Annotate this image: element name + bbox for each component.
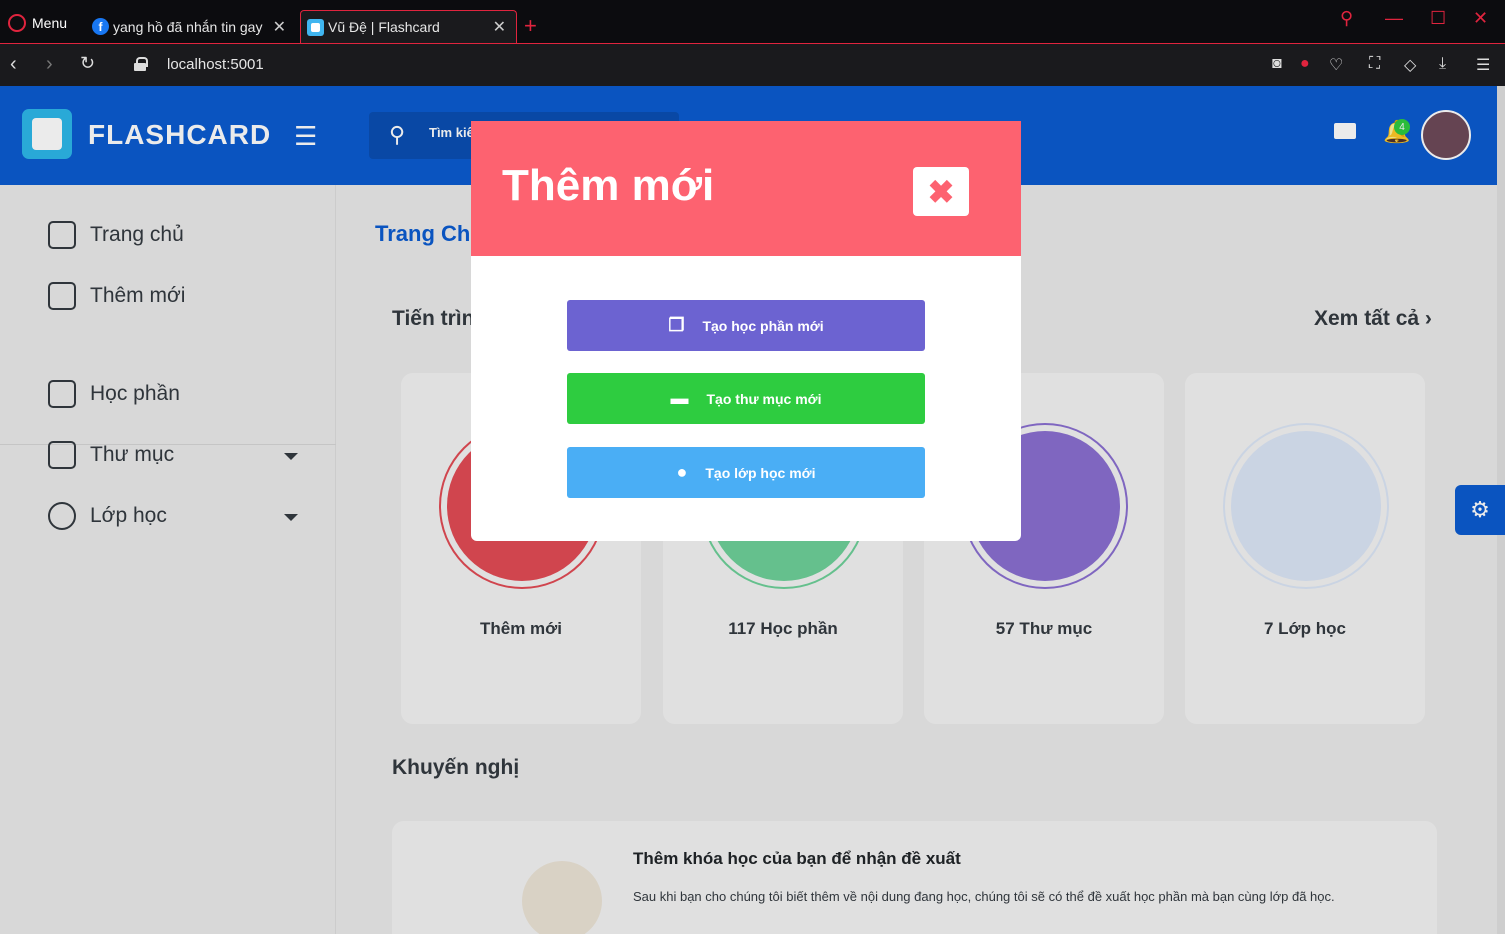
search-tabs-icon[interactable]: ⚲ [1340,8,1353,29]
easy-setup-icon[interactable]: ☰ [1476,55,1490,75]
adblock-icon[interactable]: ● [1300,55,1310,73]
opera-logo-icon [8,14,26,32]
snapshot-icon[interactable]: ⛶ [1369,55,1380,73]
address-bar: ‹ › ↻ localhost:5001 ◙ ● ♡ ⛶ ◇ ⤓ ☰ [0,43,1505,86]
button-label: Tạo lớp học mới [705,464,816,481]
add-new-modal: Thêm mới ✖ ❐ Tạo học phần mới ▬ Tạo thư … [471,121,1021,541]
create-study-set-button[interactable]: ❐ Tạo học phần mới [567,300,925,351]
reload-icon[interactable]: ↻ [80,53,95,74]
forward-icon[interactable]: › [46,53,53,76]
maximize-icon[interactable]: ☐ [1430,8,1446,29]
browser-menu-label: Menu [32,15,68,31]
modal-header: Thêm mới ✖ [471,121,1021,256]
modal-close-button[interactable]: ✖ [913,167,969,216]
button-label: Tạo học phần mới [702,317,824,334]
minimize-icon[interactable]: — [1385,8,1403,29]
create-folder-button[interactable]: ▬ Tạo thư mục mới [567,373,925,424]
close-tab-icon[interactable]: ✕ [493,17,506,37]
tab-title: Vũ Đệ | Flashcard [328,19,440,35]
create-class-button[interactable]: ● Tạo lớp học mới [567,447,925,498]
browser-tab-bar: Menu f yang hồ đã nhắn tin gay ✕ Vũ Đệ |… [0,0,1505,43]
lock-icon [134,57,148,71]
download-icon[interactable]: ⤓ [1439,55,1446,73]
modal-title: Thêm mới [502,161,715,210]
url-field[interactable]: localhost:5001 [167,56,264,73]
new-tab-icon[interactable]: + [524,13,537,39]
flashcard-icon [307,18,324,36]
user-icon: ● [676,462,688,482]
browser-menu-button[interactable]: Menu [8,14,67,32]
web-page: FLASHCARD ☰ ⚲ 🔔 4 Trang chủ Thêm mới Học… [0,86,1505,934]
close-tab-icon[interactable]: ✕ [273,17,286,37]
tab-title: yang hồ đã nhắn tin gay [113,18,263,35]
close-icon: ✖ [927,173,955,210]
back-icon[interactable]: ‹ [10,53,17,76]
folder-icon: ▬ [670,388,689,408]
heart-icon[interactable]: ♡ [1329,55,1343,75]
facebook-icon: f [92,18,109,35]
browser-tab-flashcard[interactable]: Vũ Đệ | Flashcard ✕ [300,10,517,43]
button-label: Tạo thư mục mới [706,390,822,407]
camera-icon[interactable]: ◙ [1272,55,1282,73]
copy-icon: ❐ [668,315,685,335]
cube-icon[interactable]: ◇ [1404,55,1416,75]
browser-tab-facebook[interactable]: f yang hồ đã nhắn tin gay ✕ [86,10,296,43]
close-window-icon[interactable]: ✕ [1473,8,1488,29]
